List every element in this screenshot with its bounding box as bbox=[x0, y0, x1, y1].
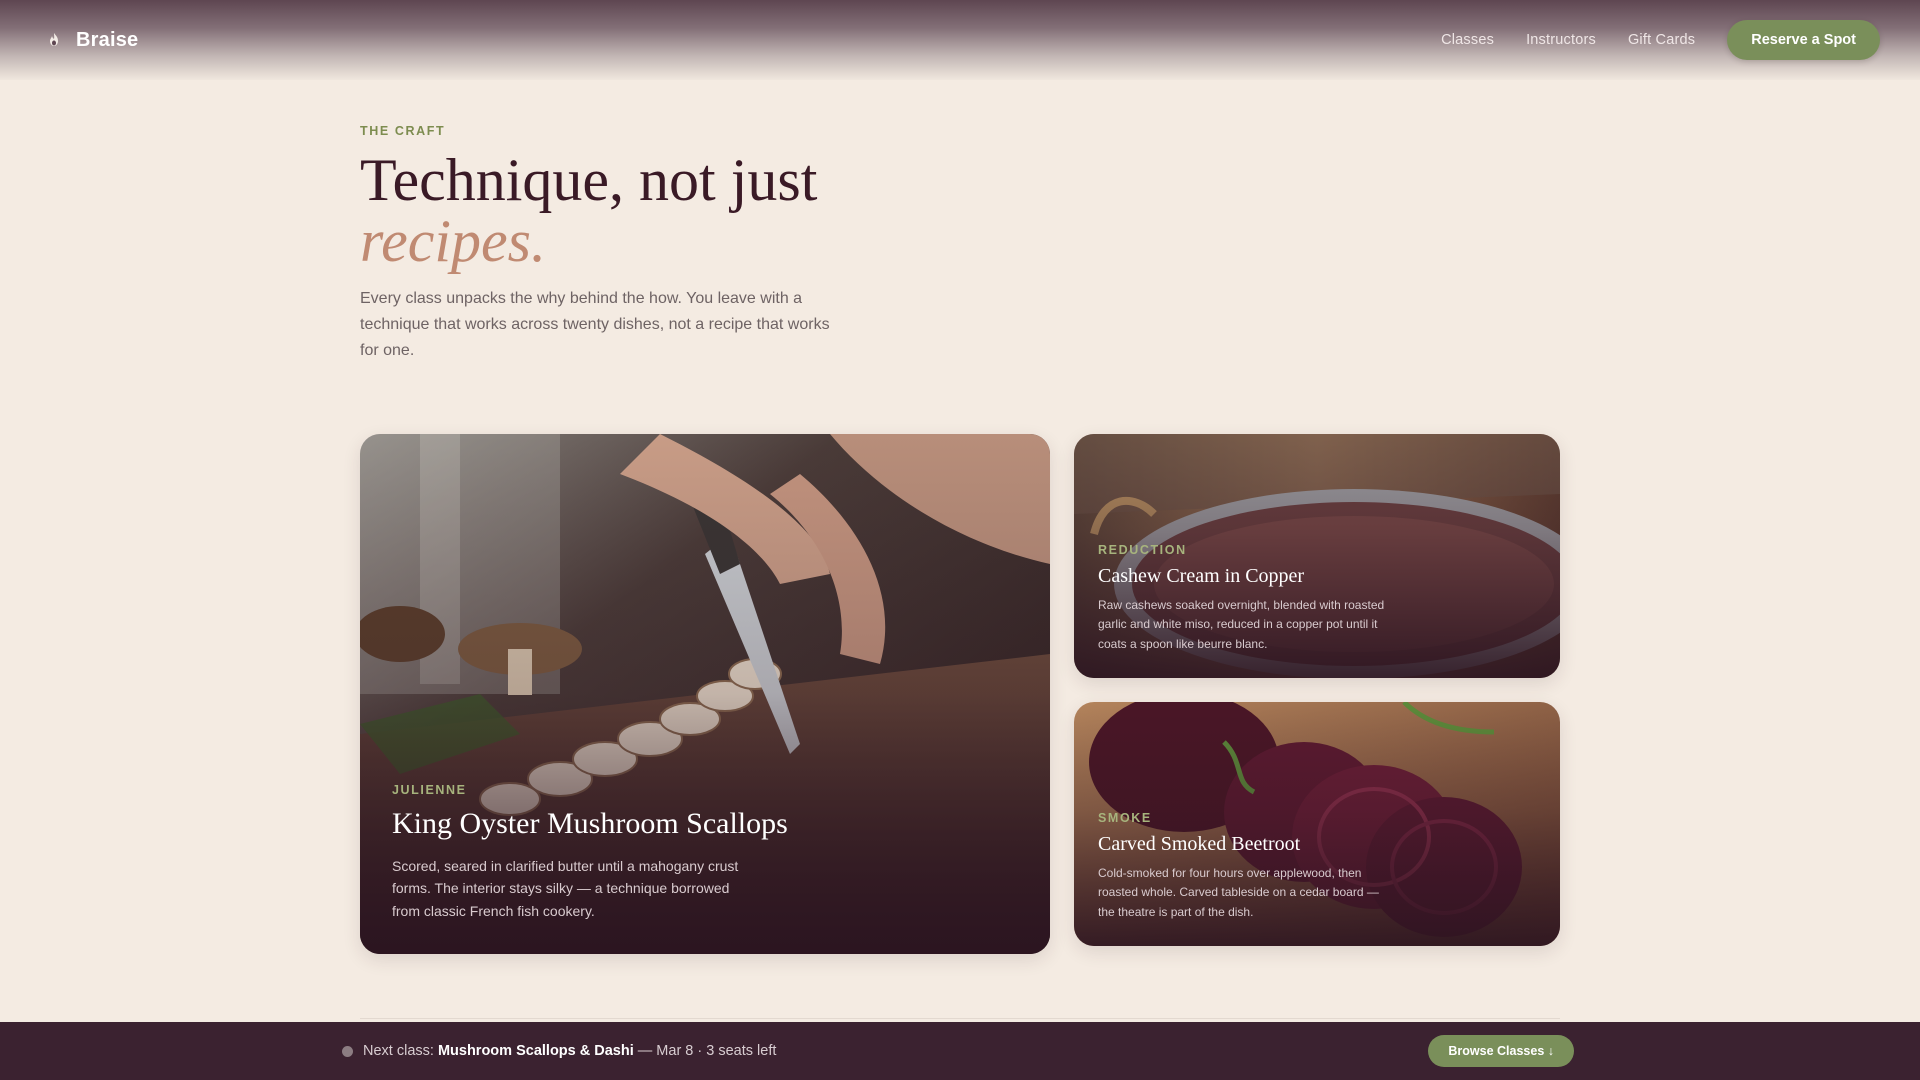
technique-card-smoke[interactable]: SMOKE Carved Smoked Beetroot Cold-smoked… bbox=[1074, 702, 1560, 946]
flame-logo-icon bbox=[46, 32, 62, 48]
card-description: Raw cashews soaked overnight, blended wi… bbox=[1098, 597, 1385, 651]
card-tag: REDUCTION bbox=[1098, 542, 1187, 557]
main-nav: Classes Instructors Gift Cards Reserve a… bbox=[1441, 20, 1880, 60]
card-title: Cashew Cream in Copper bbox=[1098, 564, 1305, 587]
next-class-label: Next class: bbox=[363, 1043, 434, 1059]
next-class-bar: Next class: Mushroom Scallops & Dashi — … bbox=[0, 1022, 1920, 1080]
card-title: Carved Smoked Beetroot bbox=[1098, 832, 1301, 855]
brand[interactable]: Braise bbox=[46, 29, 138, 52]
card-tag: SMOKE bbox=[1098, 810, 1152, 825]
technique-card-reduction[interactable]: REDUCTION Cashew Cream in Copper Raw cas… bbox=[1074, 434, 1560, 678]
card-description: Scored, seared in clarified butter until… bbox=[392, 857, 739, 919]
brand-name: Braise bbox=[76, 28, 139, 51]
section-divider bbox=[360, 1018, 1560, 1019]
card-description: Cold-smoked for four hours over applewoo… bbox=[1098, 865, 1379, 919]
nav-link-gift-cards[interactable]: Gift Cards bbox=[1628, 32, 1695, 48]
next-class-name: Mushroom Scallops & Dashi bbox=[437, 1043, 634, 1059]
site-header: Braise Classes Instructors Gift Cards Re… bbox=[0, 0, 1920, 80]
card-tag: JULIENNE bbox=[392, 782, 467, 797]
technique-card-julienne[interactable]: JULIENNE King Oyster Mushroom Scallops S… bbox=[360, 434, 1050, 954]
browse-classes-button[interactable]: Browse Classes ↓ bbox=[1428, 1035, 1574, 1067]
section-eyebrow: THE CRAFT bbox=[360, 124, 446, 138]
intro-paragraph: Every class unpacks the why behind the h… bbox=[360, 290, 830, 359]
card-content: JULIENNE King Oyster Mushroom Scallops S… bbox=[392, 783, 1018, 923]
intro-section: THE CRAFT Technique, not just recipes. E… bbox=[360, 124, 880, 364]
next-class-info: Next class: Mushroom Scallops & Dashi — … bbox=[363, 1043, 776, 1059]
next-class-meta: — Mar 8 · 3 seats left bbox=[637, 1043, 777, 1059]
card-content: REDUCTION Cashew Cream in Copper Raw cas… bbox=[1098, 543, 1390, 655]
page-headline: Technique, not just recipes. bbox=[360, 150, 880, 272]
nav-link-instructors[interactable]: Instructors bbox=[1526, 32, 1596, 48]
nav-link-classes[interactable]: Classes bbox=[1441, 32, 1494, 48]
headline-accent: recipes. bbox=[360, 208, 547, 274]
status-dot-icon bbox=[342, 1045, 353, 1057]
headline-main: Technique, not just bbox=[360, 147, 818, 213]
reserve-spot-button[interactable]: Reserve a Spot bbox=[1727, 20, 1880, 60]
card-content: SMOKE Carved Smoked Beetroot Cold-smoked… bbox=[1098, 811, 1390, 923]
card-title: King Oyster Mushroom Scallops bbox=[392, 806, 788, 840]
